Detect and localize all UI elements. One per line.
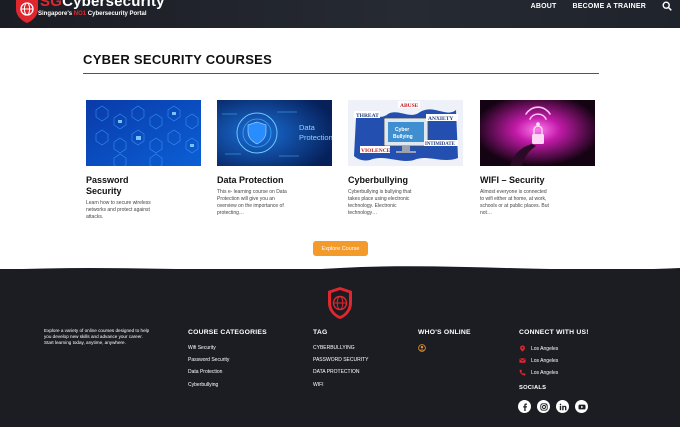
- brand-name[interactable]: SGCybersecurity: [40, 0, 165, 10]
- category-link-cyberbullying[interactable]: Cyberbullying: [188, 382, 267, 388]
- site-header: SGCybersecurity Singapore's NO1 Cybersec…: [0, 0, 680, 28]
- footer-shield-logo-icon[interactable]: [326, 286, 354, 320]
- course-card-wifi-security[interactable]: WIFI – Security Almost everyone is conne…: [480, 100, 598, 217]
- course-title[interactable]: Cyberbullying: [348, 175, 466, 186]
- word-abuse: ABUSE: [400, 103, 419, 109]
- password-security-image[interactable]: [86, 100, 201, 166]
- cyber-bullying-screen-text-2: Bullying: [393, 134, 413, 140]
- footer-tags: TAG CYBERBULLYING PASSWORD SECURITY DATA…: [313, 329, 368, 394]
- shield-globe-logo-icon[interactable]: [14, 0, 40, 24]
- word-violence: VIOLENCE: [361, 148, 391, 154]
- footer-about-text: Explore a variety of online courses desi…: [44, 328, 150, 345]
- course-title[interactable]: WIFI – Security: [480, 175, 598, 186]
- word-intimidate: INTIMIDATE: [425, 142, 455, 147]
- category-link-data-protection[interactable]: Data Protection: [188, 369, 267, 375]
- search-icon[interactable]: [662, 1, 672, 11]
- course-card-cyberbullying[interactable]: ABUSE THREAT ANXIETY INTIMIDATE VIOLENCE…: [348, 100, 466, 217]
- data-protection-image-text-2: Protection: [299, 133, 332, 142]
- course-description: This e- learning course on Data Protecti…: [217, 189, 287, 216]
- title-divider: [83, 73, 599, 74]
- contact-email[interactable]: Los Angeles: [519, 357, 589, 364]
- instagram-link[interactable]: [537, 400, 550, 413]
- location-pin-icon: [520, 345, 525, 352]
- tag-link-password-security[interactable]: PASSWORD SECURITY: [313, 357, 368, 363]
- course-title-line1: Password: [86, 175, 129, 185]
- tags-heading: TAG: [313, 329, 328, 336]
- categories-heading: COURSE CATEGORIES: [188, 329, 267, 336]
- data-protection-image-text: Data: [299, 123, 316, 132]
- contact-location-text: Los Angeles: [531, 345, 559, 352]
- category-link-password-security[interactable]: Password Security: [188, 357, 267, 363]
- nav-become-trainer[interactable]: BECOME A TRAINER: [573, 3, 646, 10]
- course-description: Cyberbullying is bullying that takes pla…: [348, 189, 412, 216]
- course-title-line2: Security: [86, 186, 122, 196]
- brand-suffix: Cybersecurity: [62, 0, 165, 10]
- linkedin-link[interactable]: [556, 400, 569, 413]
- footer-categories: COURSE CATEGORIES Wifi Security Password…: [188, 329, 267, 394]
- contact-email-text: Los Angeles: [531, 357, 559, 364]
- section-title: CYBER SECURITY COURSES: [83, 52, 273, 67]
- linkedin-icon: [559, 403, 566, 410]
- word-anxiety: ANXIETY: [428, 116, 453, 122]
- main-nav: ABOUT BECOME A TRAINER: [531, 1, 672, 11]
- brand-tagline: Singapore's NO1 Cybersecurity Portal: [38, 11, 146, 17]
- tag-link-cyberbullying[interactable]: CYBERBULLYING: [313, 345, 368, 351]
- brand-prefix: SG: [40, 0, 63, 10]
- explore-course-button[interactable]: Explore Course: [313, 241, 368, 256]
- course-title[interactable]: Password Security: [86, 175, 204, 197]
- connect-heading: CONNECT WITH US!: [519, 329, 589, 336]
- user-circle-icon[interactable]: [418, 344, 426, 352]
- footer-connect: CONNECT WITH US! Los Angeles Los Angeles…: [519, 329, 589, 381]
- instagram-icon: [539, 402, 548, 411]
- category-link-wifi-security[interactable]: Wifi Security: [188, 345, 267, 351]
- word-threat: THREAT: [356, 113, 379, 119]
- tag-link-data-protection[interactable]: DATA PROTECTION: [313, 369, 368, 375]
- facebook-icon: [522, 403, 527, 411]
- tag-link-wifi[interactable]: WIFI: [313, 382, 368, 388]
- contact-phone[interactable]: Los Angeles: [519, 369, 589, 376]
- wifi-security-image[interactable]: [480, 100, 595, 166]
- cyber-bullying-screen-text: Cyber: [395, 127, 409, 133]
- mail-icon: [519, 358, 526, 363]
- tagline-highlight: NO1: [73, 11, 87, 17]
- course-card-password-security[interactable]: Password Security Learn how to secure wi…: [86, 100, 204, 221]
- tagline-post: Cybersecurity Portal: [86, 11, 147, 17]
- contact-phone-text: Los Angeles: [531, 369, 559, 376]
- tagline-pre: Singapore's: [38, 11, 74, 17]
- facebook-link[interactable]: [518, 400, 531, 413]
- socials-heading: SOCIALS: [519, 385, 547, 391]
- course-description: Learn how to secure wireless networks an…: [86, 200, 151, 220]
- phone-icon: [519, 369, 526, 376]
- course-title[interactable]: Data Protection: [217, 175, 335, 186]
- course-description: Almost everyone is connected to wifi eit…: [480, 189, 549, 216]
- youtube-icon: [578, 404, 585, 409]
- contact-location[interactable]: Los Angeles: [519, 345, 589, 352]
- cyberbullying-image[interactable]: ABUSE THREAT ANXIETY INTIMIDATE VIOLENCE…: [348, 100, 463, 166]
- whos-online-heading: WHO'S ONLINE: [418, 329, 471, 336]
- course-card-data-protection[interactable]: Data Protection Data Protection This e- …: [217, 100, 335, 217]
- data-protection-image[interactable]: Data Protection: [217, 100, 332, 166]
- social-links: [518, 400, 588, 413]
- nav-about[interactable]: ABOUT: [531, 3, 557, 10]
- youtube-link[interactable]: [575, 400, 588, 413]
- footer-whos-online: WHO'S ONLINE: [418, 329, 471, 352]
